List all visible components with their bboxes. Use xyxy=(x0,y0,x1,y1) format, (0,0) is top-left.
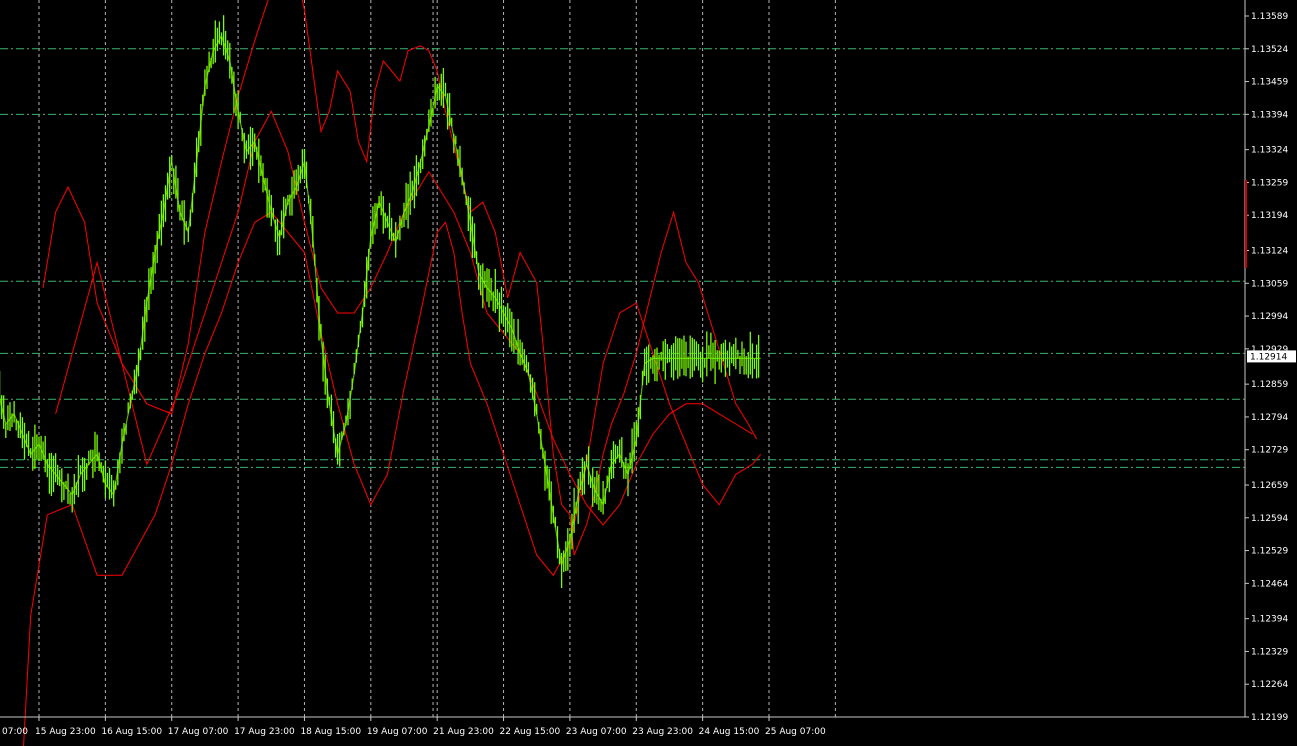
time-tick-label: 22 Aug 15:00 xyxy=(500,727,561,737)
price-tick-label: 1.12529 xyxy=(1251,547,1288,557)
horizontal-price-levels xyxy=(0,48,1245,468)
band-upper-line xyxy=(42,0,758,556)
price-tick-label: 1.12729 xyxy=(1251,446,1288,456)
time-tick-label: 07:00 xyxy=(2,727,28,737)
price-series xyxy=(0,15,761,588)
time-tick-label: 18 Aug 15:00 xyxy=(300,727,361,737)
time-tick-label: 17 Aug 07:00 xyxy=(168,727,229,737)
price-tick-label: 1.13259 xyxy=(1251,178,1288,188)
price-tick-label: 1.12594 xyxy=(1251,514,1288,524)
price-tick-label: 1.12464 xyxy=(1251,579,1288,589)
band-middle-line xyxy=(55,110,753,526)
price-tick-label: 1.13059 xyxy=(1251,279,1288,289)
price-tick-label: 1.12859 xyxy=(1251,380,1288,390)
time-tick-label: 23 Aug 23:00 xyxy=(632,727,693,737)
price-tick-label: 1.13194 xyxy=(1251,211,1288,221)
price-tick-label: 1.12659 xyxy=(1251,481,1288,491)
band-lower-line xyxy=(23,211,762,746)
envelope-bands xyxy=(23,0,762,746)
current-price-tag-label: 1.12914 xyxy=(1250,352,1287,362)
price-tick-label: 1.13459 xyxy=(1251,78,1288,88)
price-tick-label: 1.13324 xyxy=(1251,146,1288,156)
price-tick-label: 1.12199 xyxy=(1251,713,1288,723)
time-axis[interactable]: 07:00 15 Aug 23:00 16 Aug 15:00 17 Aug 07:0… xyxy=(0,717,826,737)
price-tick-label: 1.12994 xyxy=(1251,312,1288,322)
time-tick-label: 21 Aug 23:00 xyxy=(433,727,494,737)
price-tick-label: 1.12394 xyxy=(1251,615,1288,625)
time-tick-label: 19 Aug 07:00 xyxy=(367,727,428,737)
price-tick-label: 1.13524 xyxy=(1251,45,1288,55)
time-tick-label: 16 Aug 15:00 xyxy=(101,727,162,737)
time-tick-label: 25 Aug 07:00 xyxy=(765,727,826,737)
current-price-tag: 1.12914 xyxy=(1247,350,1296,363)
time-tick-label: 15 Aug 23:00 xyxy=(35,727,96,737)
price-tick-label: 1.12794 xyxy=(1251,413,1288,423)
price-tick-label: 1.13589 xyxy=(1251,12,1288,22)
price-tick-label: 1.12264 xyxy=(1251,680,1288,690)
time-tick-label: 23 Aug 07:00 xyxy=(566,727,627,737)
trading-chart[interactable]: 1.13589 1.13524 1.13459 1.13394 1.13324 1.132… xyxy=(0,0,1297,746)
price-tick-label: 1.13394 xyxy=(1251,110,1288,120)
time-tick-label: 17 Aug 23:00 xyxy=(234,727,295,737)
price-tick-label: 1.13124 xyxy=(1251,247,1288,257)
price-tick-label: 1.12329 xyxy=(1251,647,1288,657)
time-tick-label: 24 Aug 15:00 xyxy=(699,727,760,737)
